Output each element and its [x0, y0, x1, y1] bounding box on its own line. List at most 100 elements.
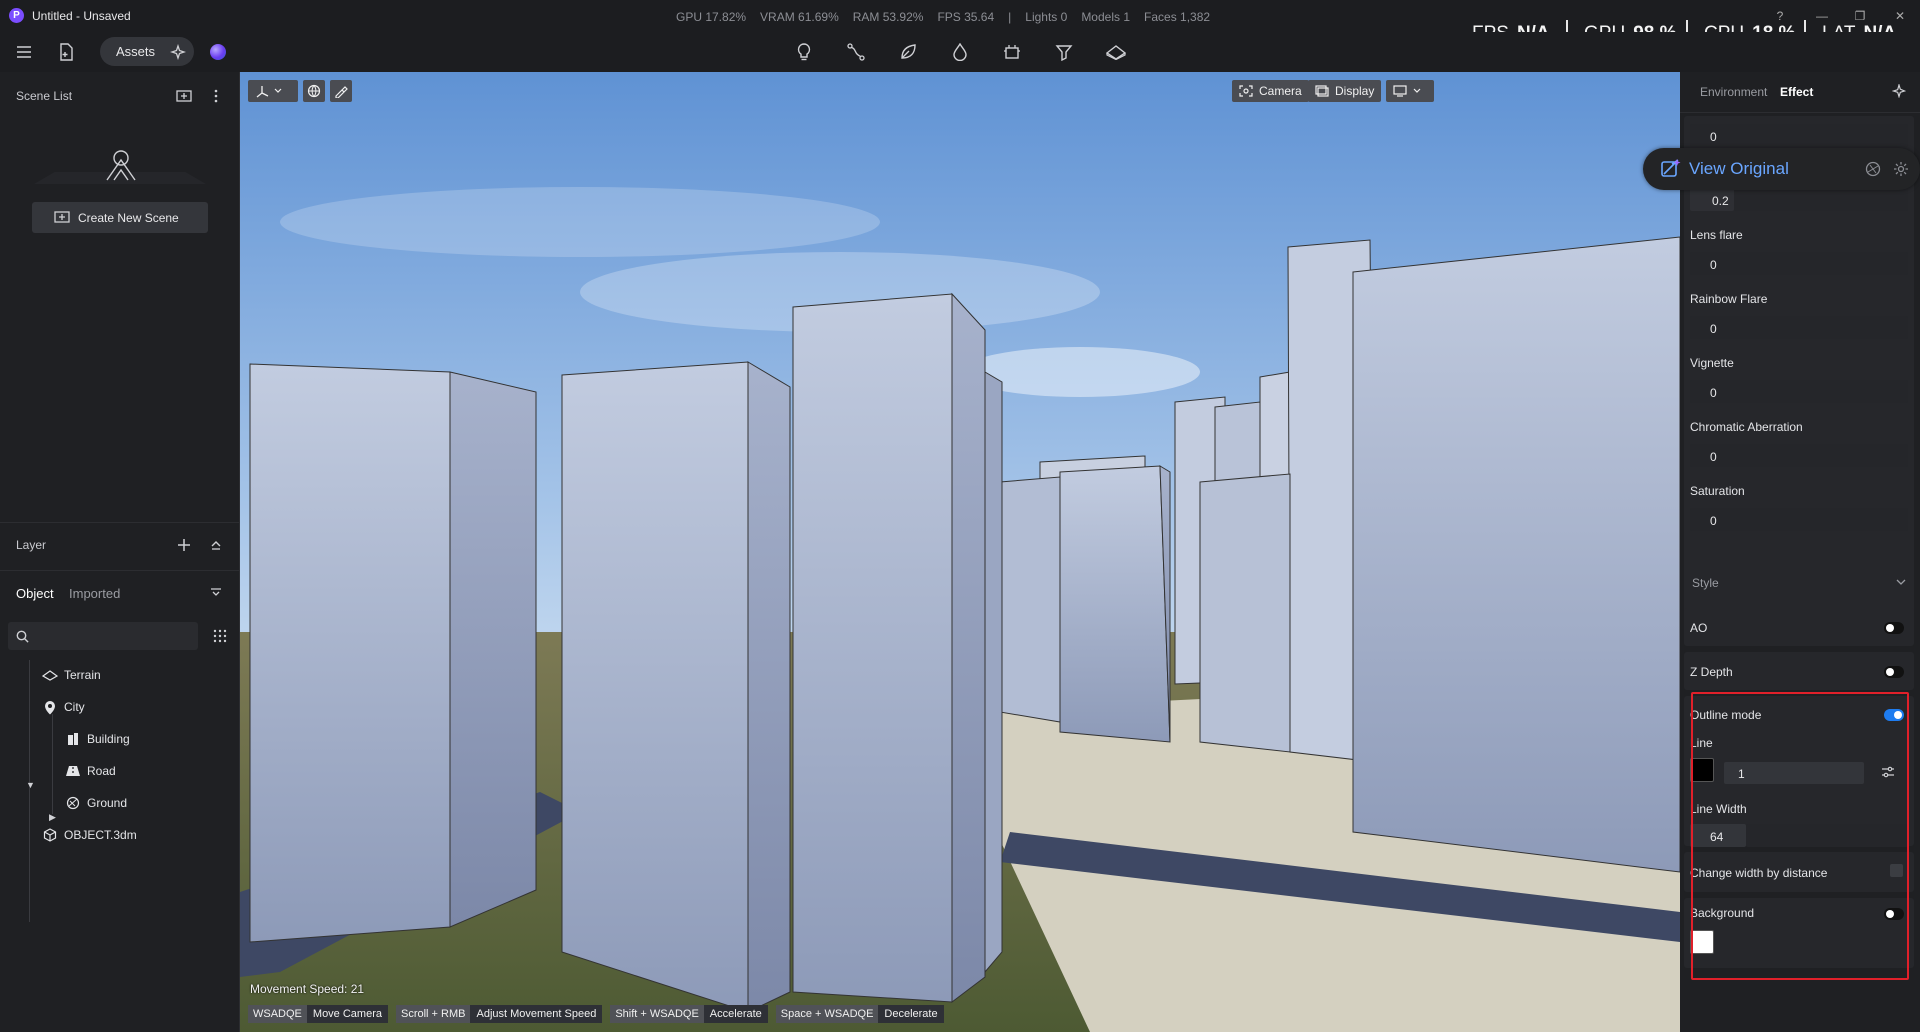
menu-icon[interactable] [10, 38, 38, 66]
building-icon [65, 731, 81, 747]
hint-key: Space + WSADQE [775, 1005, 879, 1023]
filter-dropdown-icon[interactable] [206, 580, 226, 604]
divider [0, 522, 240, 523]
stat-models: Models 1 [1081, 10, 1131, 24]
vignette-value: 0 [1710, 386, 1717, 400]
ground-icon [65, 795, 81, 811]
stat-separator: | [1008, 10, 1012, 24]
tab-effect[interactable]: Effect [1780, 85, 1813, 99]
rainbow-flare-label: Rainbow Flare [1690, 292, 1768, 306]
effect-value: 0.2 [1712, 194, 1729, 208]
tab-environment[interactable]: Environment [1700, 85, 1767, 99]
lens-flare-label: Lens flare [1690, 228, 1743, 242]
tree-item-terrain[interactable]: Terrain [42, 662, 101, 688]
compare-icon [1656, 154, 1686, 184]
path-tool-icon[interactable] [842, 38, 870, 66]
camera-button[interactable]: Camera [1232, 80, 1309, 102]
more-options-icon[interactable] [204, 82, 228, 110]
gear-icon[interactable] [1888, 156, 1914, 182]
ai-sparkle-icon[interactable] [164, 38, 192, 66]
palette-icon[interactable] [1860, 156, 1886, 182]
tree-item-label: City [64, 700, 85, 714]
globe-icon [307, 84, 321, 98]
ai-orb-icon[interactable] [210, 44, 226, 60]
tree-item-label: Ground [87, 796, 128, 810]
transform-mode-button[interactable] [248, 80, 298, 102]
tree-item-city[interactable]: City [42, 694, 85, 720]
cube-icon [42, 827, 58, 843]
effect-value: 0 [1710, 130, 1717, 144]
add-layer-icon[interactable] [170, 531, 198, 559]
eyedropper-button[interactable] [330, 80, 352, 102]
scene-list-title: Scene List [16, 89, 73, 103]
style-section-title: Style [1692, 576, 1719, 590]
keyboard-hints: WSADQE Move Camera Scroll + RMB Adjust Mov… [248, 1005, 944, 1023]
search-icon [12, 626, 32, 646]
eyedropper-icon [335, 86, 348, 98]
tree-item-road[interactable]: Road [65, 758, 116, 784]
close-button[interactable]: ✕ [1890, 6, 1910, 26]
axis-icon [256, 86, 282, 98]
light-tool-icon[interactable] [790, 38, 818, 66]
saturation-label: Saturation [1690, 484, 1745, 498]
display-button[interactable]: Display [1308, 80, 1382, 102]
leaf-tool-icon[interactable] [894, 38, 922, 66]
hint-action: Move Camera [312, 1008, 382, 1020]
water-tool-icon[interactable] [946, 38, 974, 66]
movement-speed: Movement Speed: 21 [250, 982, 365, 996]
stat-ram: RAM 53.92% [852, 10, 924, 24]
ao-toggle[interactable] [1884, 622, 1904, 634]
search-input[interactable] [8, 622, 198, 650]
effect-field[interactable] [1690, 124, 1908, 147]
create-new-scene-label[interactable]: Create New Scene [78, 211, 179, 225]
chevron-down-icon[interactable] [1892, 572, 1910, 592]
view-original-label[interactable]: View Original [1689, 159, 1789, 179]
lens-flare-field[interactable] [1690, 252, 1908, 275]
zdepth-toggle[interactable] [1884, 666, 1904, 678]
stat-fps: FPS 35.64 [937, 10, 995, 24]
3d-viewport[interactable]: Camera Display Movement Speed: 21 WSADQE… [240, 72, 1680, 1032]
maximize-button[interactable]: ❐ [1850, 6, 1870, 26]
tree-guide-line [52, 714, 53, 814]
vignette-field[interactable] [1690, 380, 1908, 403]
camera-frame-icon [1239, 85, 1253, 97]
terrain-tool-icon[interactable] [1102, 38, 1130, 66]
display-label: Display [1335, 84, 1375, 98]
file-icon[interactable] [52, 38, 80, 66]
tree-item-ground[interactable]: Ground [65, 790, 127, 816]
sparkle-settings-icon[interactable] [1886, 78, 1912, 104]
help-button[interactable]: ? [1770, 6, 1790, 26]
divider [1680, 112, 1920, 113]
window-title: Untitled - Unsaved [32, 9, 131, 23]
collapse-layer-icon[interactable] [204, 531, 228, 559]
tree-item-building[interactable]: Building [65, 726, 130, 752]
tree-item-object-3dm[interactable]: OBJECT.3dm [42, 822, 137, 848]
grid-view-icon[interactable] [208, 624, 232, 648]
tab-object[interactable]: Object [16, 586, 54, 601]
people-tool-icon[interactable] [1050, 38, 1078, 66]
effect-slider-track[interactable] [1734, 188, 1908, 211]
minimize-button[interactable]: — [1812, 6, 1832, 26]
hint-key: WSADQE [248, 1005, 307, 1023]
world-space-button[interactable] [303, 80, 325, 102]
saturation-field[interactable] [1690, 508, 1908, 531]
add-scene-icon[interactable] [170, 82, 198, 110]
chromatic-aberration-field[interactable] [1690, 444, 1908, 467]
display-icon [1315, 85, 1329, 97]
hint-action: Accelerate [709, 1008, 762, 1020]
rainbow-flare-field[interactable] [1690, 316, 1908, 339]
create-scene-icon [50, 204, 74, 230]
tree-item-label: Terrain [64, 668, 101, 682]
hint-key: Scroll + RMB [395, 1005, 471, 1023]
vignette-label: Vignette [1690, 356, 1734, 370]
tab-imported[interactable]: Imported [69, 586, 120, 601]
object-tool-icon[interactable] [998, 38, 1026, 66]
caret-down-icon[interactable]: ▼ [26, 780, 35, 790]
view-options-button[interactable] [1386, 80, 1434, 102]
assets-label[interactable]: Assets [116, 44, 155, 59]
tree-guide-line [29, 660, 30, 922]
app-logo: P [9, 8, 24, 23]
ao-label: AO [1690, 621, 1708, 635]
highlight-box [1691, 692, 1909, 980]
hint-adjust-speed: Scroll + RMB Adjust Movement Speed [395, 1005, 603, 1023]
